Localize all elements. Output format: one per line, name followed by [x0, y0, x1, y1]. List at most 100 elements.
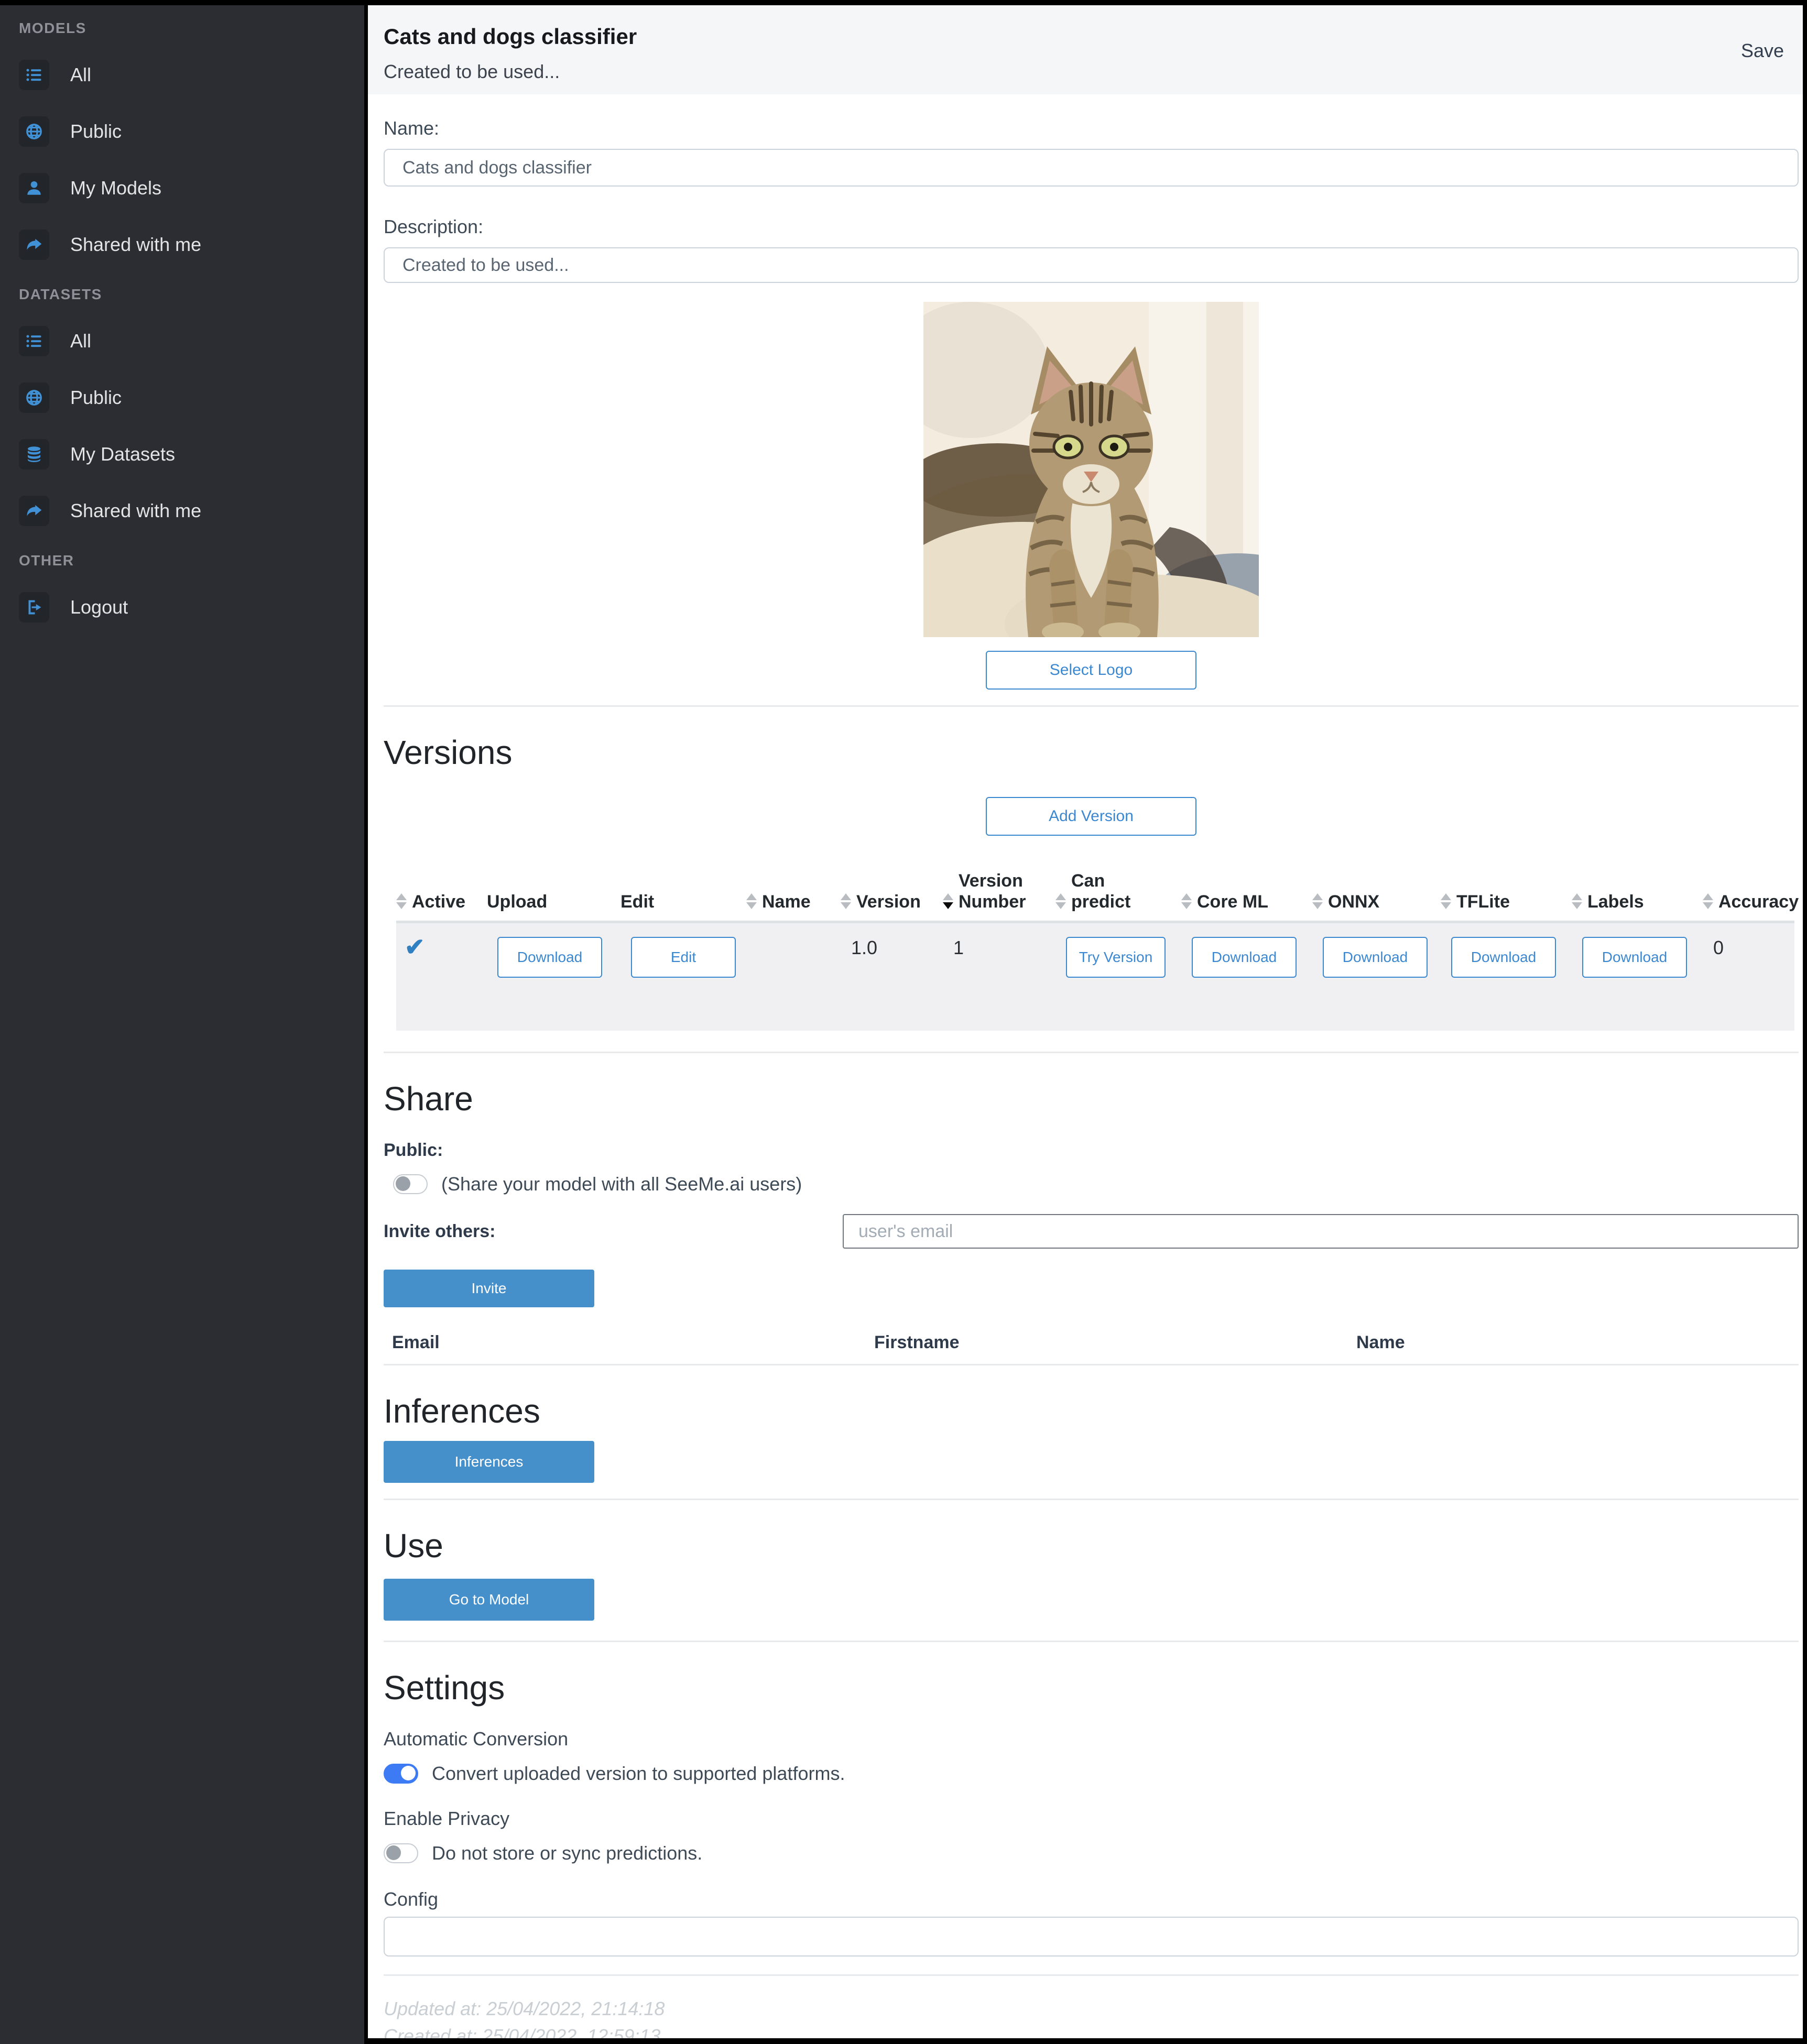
sidebar-item-logout[interactable]: Logout [19, 592, 364, 622]
toggle-knob [386, 1845, 401, 1860]
sort-icon [1312, 893, 1323, 912]
page-title: Cats and dogs classifier [384, 24, 1784, 49]
invite-row: Invite others: [384, 1214, 1799, 1249]
column-header-core-ml[interactable]: Core ML [1181, 870, 1312, 921]
enable-privacy-label: Enable Privacy [384, 1808, 1799, 1830]
toggle-knob [401, 1766, 416, 1780]
main-content: Cats and dogs classifier Created to be u… [368, 5, 1803, 2038]
column-header-name[interactable]: Name [746, 870, 841, 921]
user-icon [19, 173, 49, 203]
divider [384, 1364, 1799, 1365]
divider [384, 1641, 1799, 1642]
config-label: Config [384, 1888, 1799, 1910]
page-header: Cats and dogs classifier Created to be u… [368, 5, 1803, 94]
sidebar-item-label: My Models [70, 177, 161, 199]
updated-at-text: Updated at: 25/04/2022, 21:14:18 [384, 1998, 1799, 2020]
onnx-download-button[interactable]: Download [1323, 937, 1428, 978]
description-label: Description: [384, 216, 1799, 238]
sidebar-item-label: Shared with me [70, 234, 201, 256]
use-heading: Use [384, 1526, 1799, 1565]
upload-download-button[interactable]: Download [497, 937, 602, 978]
column-header-can-predict[interactable]: Can predict [1055, 870, 1181, 921]
go-to-model-button[interactable]: Go to Model [384, 1579, 594, 1621]
list-icon [19, 326, 49, 356]
spacer [384, 1031, 1799, 1052]
logout-icon [19, 592, 49, 622]
sidebar-item-label: All [70, 330, 91, 352]
column-header-version-number[interactable]: Version Number [943, 870, 1055, 921]
version-number-cell: 1 [943, 923, 1055, 1031]
share-column-email: Email [392, 1332, 874, 1362]
column-header-tflite[interactable]: TFLite [1441, 870, 1572, 921]
sort-icon [1703, 893, 1713, 912]
sidebar-item-models-all[interactable]: All [19, 60, 364, 90]
accuracy-cell: 0 [1703, 923, 1794, 1031]
share-column-name: Name [1356, 1332, 1799, 1362]
sidebar: MODELS All Public My Models [0, 5, 364, 2044]
globe-icon [19, 116, 49, 147]
description-input[interactable] [384, 247, 1799, 283]
model-detail-body: Name: Description: [368, 94, 1803, 2038]
database-icon [19, 439, 49, 469]
sidebar-item-label: All [70, 64, 91, 86]
select-logo-button[interactable]: Select Logo [986, 651, 1196, 690]
settings-heading: Settings [384, 1668, 1799, 1707]
sidebar-item-models-shared[interactable]: Shared with me [19, 229, 364, 260]
save-button[interactable]: Save [1741, 40, 1784, 62]
public-toggle[interactable] [393, 1174, 428, 1194]
sort-icon [841, 893, 851, 912]
sidebar-section-models: MODELS All Public My Models [19, 20, 364, 260]
auto-conversion-toggle[interactable] [384, 1764, 418, 1784]
column-header-active[interactable]: Active [396, 870, 487, 921]
column-header-version[interactable]: Version [841, 870, 943, 921]
sort-icon [396, 893, 407, 912]
sort-icon [1055, 893, 1066, 912]
auto-conversion-toggle-row: Convert uploaded version to supported pl… [384, 1763, 1799, 1785]
try-version-button[interactable]: Try Version [1066, 937, 1166, 978]
column-header-accuracy[interactable]: Accuracy [1703, 870, 1799, 921]
sidebar-section-label: DATASETS [19, 286, 364, 303]
model-logo-cat-photo [923, 302, 1259, 637]
privacy-toggle-row: Do not store or sync predictions. [384, 1842, 1799, 1864]
name-input[interactable] [384, 149, 1799, 187]
sidebar-item-datasets-public[interactable]: Public [19, 382, 364, 413]
sidebar-item-label: Public [70, 121, 122, 143]
inferences-button[interactable]: Inferences [384, 1441, 594, 1483]
privacy-hint: Do not store or sync predictions. [432, 1842, 702, 1864]
sidebar-section-datasets: DATASETS All Public My Datasets [19, 286, 364, 526]
invite-button[interactable]: Invite [384, 1270, 594, 1307]
labels-download-button[interactable]: Download [1582, 937, 1687, 978]
version-cell: 1.0 [841, 923, 943, 1031]
name-label: Name: [384, 117, 1799, 139]
globe-icon [19, 382, 49, 413]
privacy-toggle[interactable] [384, 1843, 418, 1863]
versions-heading: Versions [384, 733, 1799, 772]
public-toggle-row: (Share your model with all SeeMe.ai user… [384, 1173, 1799, 1195]
column-header-labels[interactable]: Labels [1572, 870, 1703, 921]
sidebar-item-datasets-all[interactable]: All [19, 326, 364, 356]
sidebar-item-my-models[interactable]: My Models [19, 173, 364, 203]
sort-icon [1441, 893, 1451, 912]
divider [384, 1499, 1799, 1500]
sidebar-item-label: Shared with me [70, 500, 201, 522]
sidebar-item-my-datasets[interactable]: My Datasets [19, 439, 364, 469]
config-input[interactable] [384, 1917, 1799, 1956]
column-header-edit: Edit [621, 870, 746, 921]
list-icon [19, 60, 49, 90]
edit-version-button[interactable]: Edit [631, 937, 736, 978]
versions-table-header: Active Upload Edit Name Version [396, 870, 1794, 921]
share-arrow-icon [19, 496, 49, 526]
public-label: Public: [384, 1140, 1799, 1161]
add-version-button[interactable]: Add Version [986, 797, 1196, 836]
core-ml-download-button[interactable]: Download [1192, 937, 1297, 978]
version-table-row: ✔ Download Edit 1.0 1 Try Version Downlo… [396, 921, 1794, 1031]
share-column-firstname: Firstname [874, 1332, 1356, 1362]
share-heading: Share [384, 1079, 1799, 1118]
version-name-cell [746, 923, 841, 1031]
invite-email-input[interactable] [843, 1214, 1799, 1249]
sidebar-item-datasets-shared[interactable]: Shared with me [19, 496, 364, 526]
column-header-onnx[interactable]: ONNX [1312, 870, 1441, 921]
sidebar-item-models-public[interactable]: Public [19, 116, 364, 147]
toggle-knob [396, 1176, 410, 1191]
tflite-download-button[interactable]: Download [1451, 937, 1556, 978]
